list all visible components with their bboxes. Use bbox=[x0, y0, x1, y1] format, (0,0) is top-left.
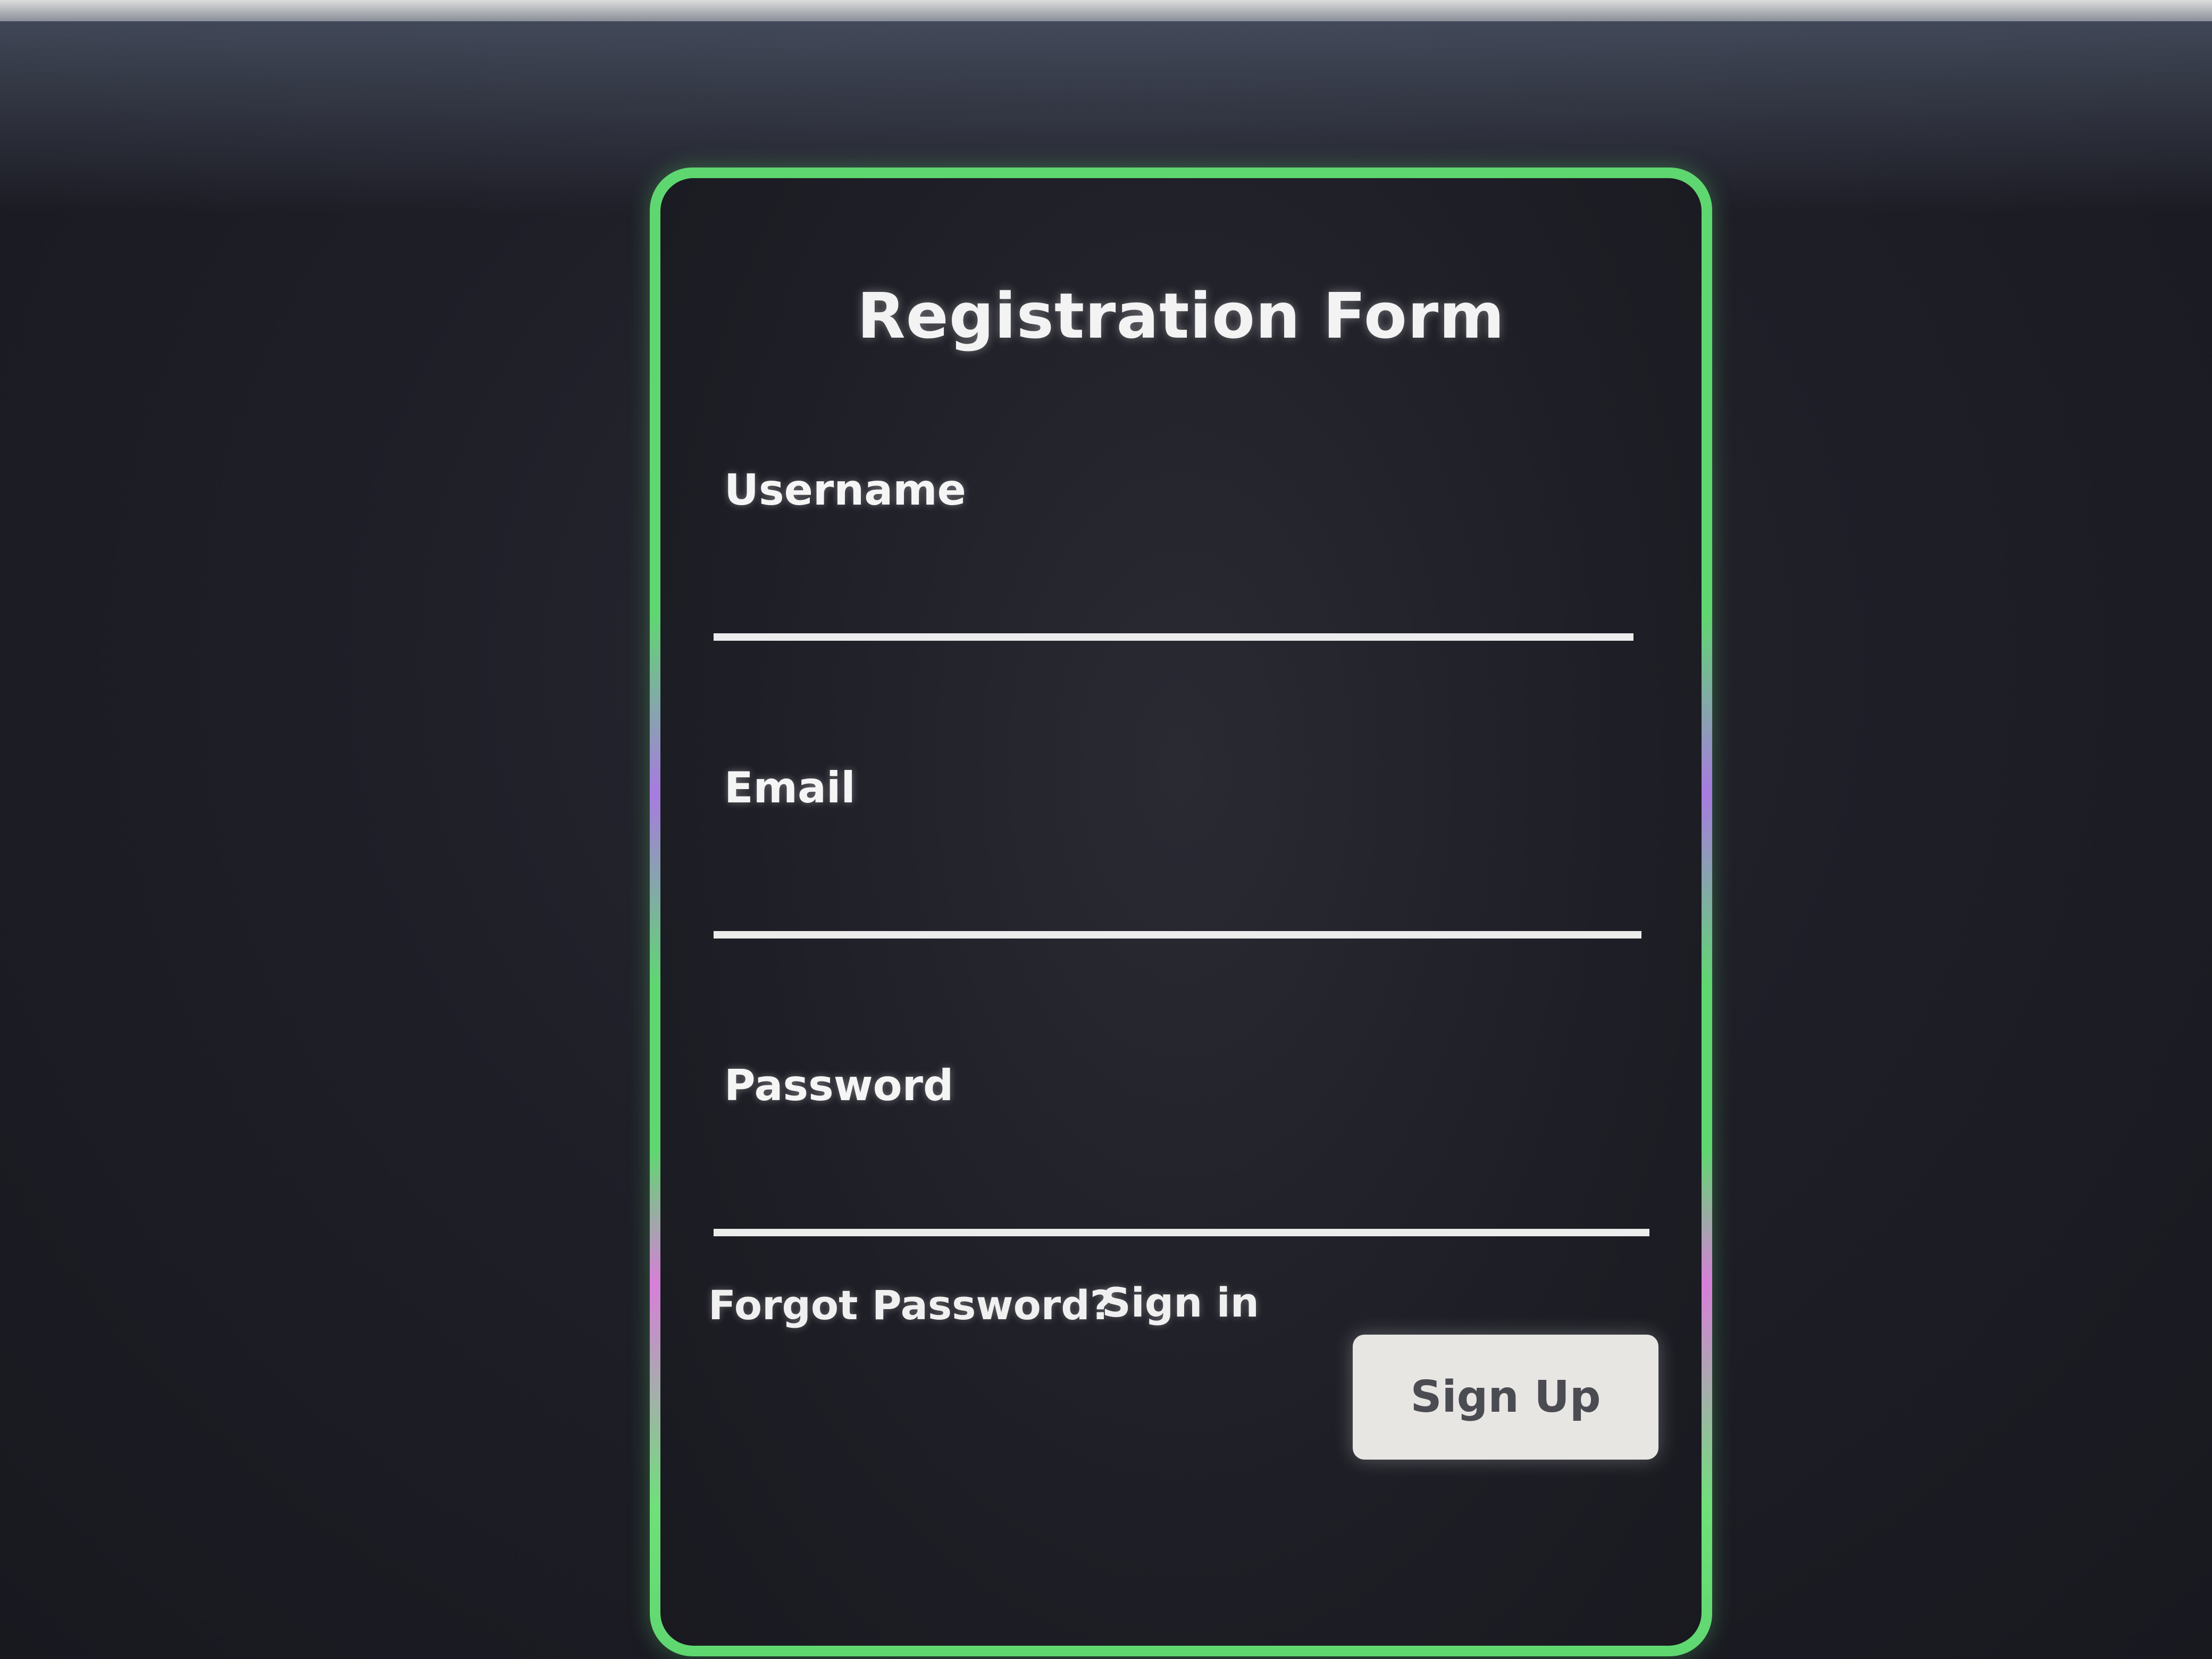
username-input[interactable] bbox=[714, 534, 1633, 641]
registration-card-border: Registration Form Username Email Passwor… bbox=[650, 167, 1712, 1656]
email-input[interactable] bbox=[714, 832, 1641, 939]
sign-in-link[interactable]: Sign in bbox=[1102, 1279, 1259, 1326]
username-field-group: Username bbox=[714, 465, 1633, 641]
email-label: Email bbox=[724, 763, 856, 812]
password-label: Password bbox=[724, 1061, 954, 1110]
email-field-group: Email bbox=[714, 763, 1641, 939]
screen-top-edge bbox=[0, 0, 2212, 21]
username-label: Username bbox=[724, 465, 966, 515]
password-input[interactable] bbox=[714, 1130, 1649, 1236]
form-title: Registration Form bbox=[857, 279, 1505, 353]
forgot-password-link[interactable]: Forgot Password? bbox=[708, 1281, 1113, 1329]
sign-up-button[interactable]: Sign Up bbox=[1353, 1335, 1658, 1460]
password-field-group: Password bbox=[714, 1061, 1649, 1236]
registration-form: Registration Form Username Email Passwor… bbox=[660, 178, 1702, 1646]
